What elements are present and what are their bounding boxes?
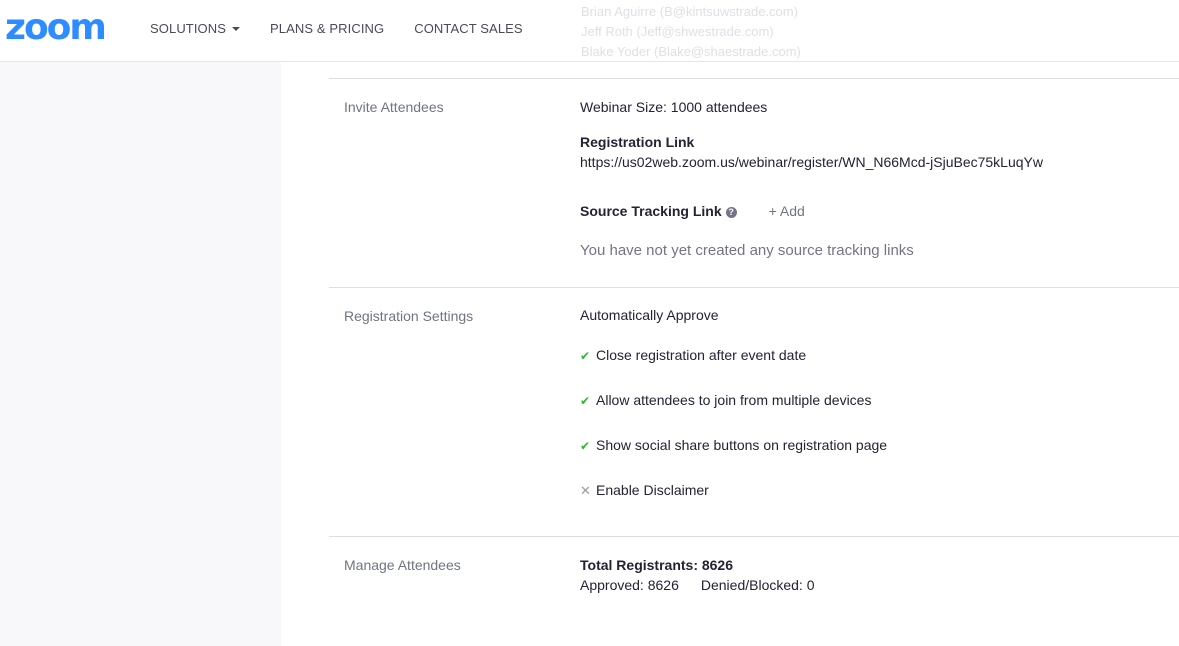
faded-panelist-line: Jeff Roth (Jeff@shwestrade.com) bbox=[581, 24, 774, 39]
setting-item: ✔ Close registration after event date bbox=[580, 345, 806, 366]
setting-item: ✔ Show social share buttons on registrati… bbox=[580, 435, 887, 456]
nav-plans-pricing[interactable]: PLANS & PRICING bbox=[270, 21, 384, 37]
add-tracking-link-button[interactable]: + Add bbox=[769, 203, 805, 219]
total-registrants: Total Registrants: 8626 bbox=[580, 557, 734, 573]
setting-label: Close registration after event date bbox=[596, 347, 807, 363]
left-sidebar bbox=[0, 62, 281, 646]
approved-count[interactable]: Approved: 8626 bbox=[580, 577, 679, 593]
setting-label: Enable Disclaimer bbox=[596, 482, 709, 498]
chevron-down-icon bbox=[232, 27, 241, 31]
check-icon: ✔ bbox=[580, 439, 591, 453]
source-tracking-row: Source Tracking Link? + Add bbox=[580, 201, 805, 221]
setting-item: ✕ Enable Disclaimer bbox=[580, 480, 709, 501]
manage-attendees-section: Manage Attendees Total Registrants: 8626… bbox=[329, 536, 1179, 646]
nav-solutions[interactable]: SOLUTIONS bbox=[150, 21, 241, 37]
help-icon[interactable]: ? bbox=[725, 207, 737, 218]
registrant-counts: Approved: 8626 Denied/Blocked: 0 bbox=[580, 575, 815, 595]
nav-contact-sales[interactable]: CONTACT SALES bbox=[414, 21, 522, 37]
zoom-logo[interactable]: zoom bbox=[5, 8, 107, 48]
faded-panelist-line: Blake Yoder (Blake@shaestrade.com) bbox=[581, 44, 801, 59]
section-label: Registration Settings bbox=[344, 308, 474, 324]
setting-label: Show social share buttons on registratio… bbox=[596, 437, 888, 453]
check-icon: ✔ bbox=[580, 394, 591, 408]
check-icon: ✔ bbox=[580, 349, 591, 363]
nav-solutions-label: SOLUTIONS bbox=[150, 21, 227, 36]
close-icon: ✕ bbox=[580, 483, 591, 498]
denied-count[interactable]: Denied/Blocked: 0 bbox=[701, 577, 815, 593]
registration-link[interactable]: https://us02web.zoom.us/webinar/register… bbox=[580, 152, 1043, 172]
setting-label: Allow attendees to join from multiple de… bbox=[596, 392, 872, 408]
section-label: Invite Attendees bbox=[344, 99, 444, 115]
approval-setting: Automatically Approve bbox=[580, 307, 719, 323]
section-label: Manage Attendees bbox=[344, 557, 461, 573]
registration-settings-section: Registration Settings Automatically Appr… bbox=[329, 287, 1179, 536]
source-tracking-title: Source Tracking Link bbox=[580, 203, 722, 219]
registration-link-title: Registration Link bbox=[580, 134, 695, 150]
invite-attendees-section: Invite Attendees Webinar Size: 1000 atte… bbox=[329, 78, 1179, 287]
main-nav: SOLUTIONS PLANS & PRICING CONTACT SALES bbox=[150, 21, 553, 37]
webinar-size: Webinar Size: 1000 attendees bbox=[580, 99, 768, 115]
no-tracking-links-message: You have not yet created any source trac… bbox=[580, 242, 914, 259]
faded-panelist-line: Brian Aguirre (B@kintsuwstrade.com) bbox=[581, 4, 798, 19]
setting-item: ✔ Allow attendees to join from multiple d… bbox=[580, 390, 871, 411]
